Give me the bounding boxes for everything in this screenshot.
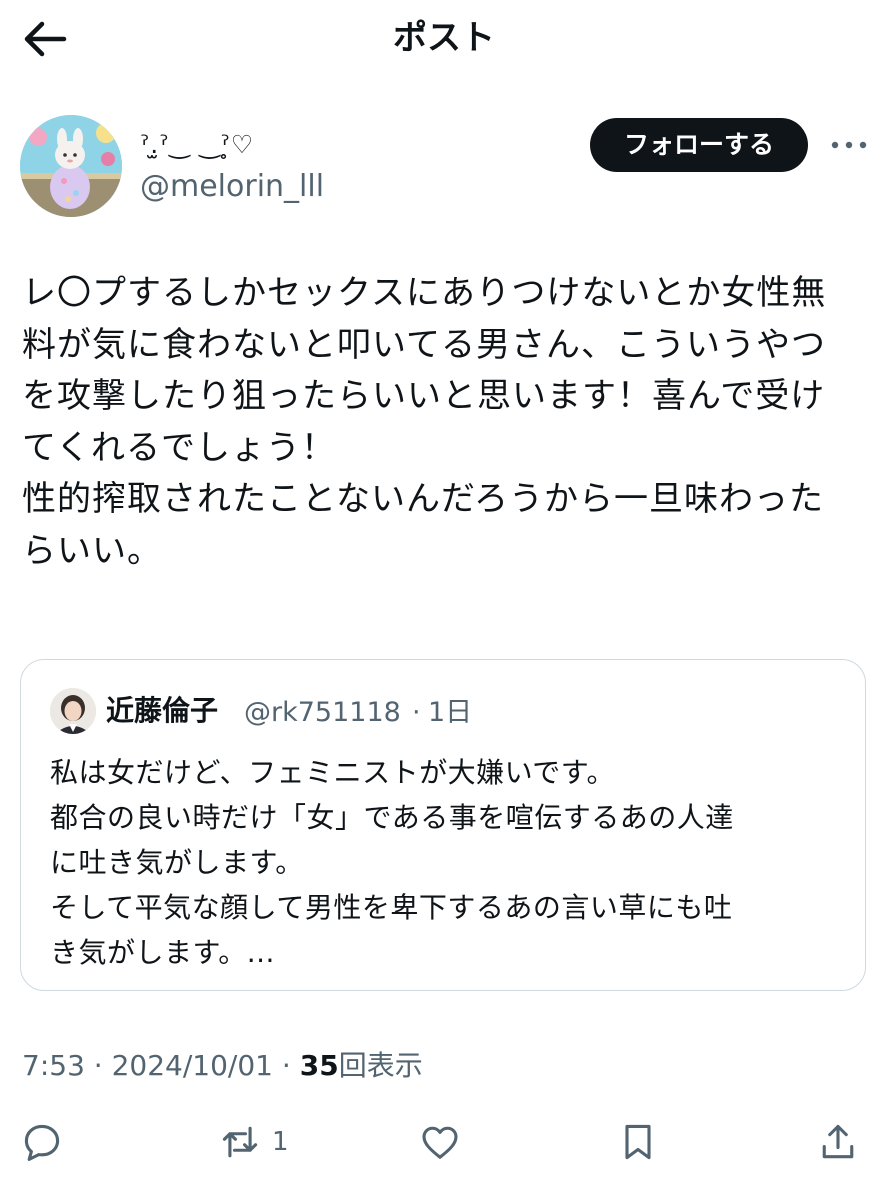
quoted-text: 私は女だけど、フェミニストが大嫌いです。 都合の良い時だけ「女」である事を喧伝す… [50,756,734,969]
post-date[interactable]: 2024/10/01 [112,1049,273,1082]
quoted-timestamp: 1日 [428,697,473,728]
meta-separator: · [281,1049,291,1082]
quoted-profile-picture [50,688,96,734]
meta-separator: · [93,1049,103,1082]
quoted-avatar [50,688,96,734]
post-meta: 7:53 · 2024/10/01 · 35回表示 [22,1046,423,1086]
quoted-display-name: 近藤倫子 [106,694,219,727]
avatar[interactable] [20,115,122,217]
bookmark-button[interactable] [616,1118,660,1166]
quoted-handle: @rk751118 [244,697,401,728]
post-time[interactable]: 7:53 [22,1049,85,1082]
follow-button[interactable]: フォローする [590,118,808,172]
reply-icon [24,1124,60,1161]
more-button[interactable] [828,128,870,162]
share-button[interactable] [816,1118,860,1166]
view-count: 35 [299,1049,339,1082]
retweet-icon [222,1126,258,1158]
bookmark-icon [625,1124,651,1160]
retweet-count: 1 [272,1127,289,1157]
post-text: レ〇プするしかセックスにありつけないとか女性無 料が気に食わないと叩いてる男さん… [22,273,827,571]
retweet-button[interactable]: 1 [218,1118,289,1166]
like-button[interactable] [418,1118,462,1166]
display-name[interactable]: ˀ.̫ˀ‿ ‿ˀ̥♡ [140,128,254,162]
reply-button[interactable] [20,1118,64,1166]
user-handle[interactable]: @melorin_lll [140,168,324,206]
heart-icon [422,1126,458,1159]
view-label: 回表示 [338,1049,423,1082]
quoted-separator: · [412,697,421,728]
more-horizontal-icon [831,141,867,149]
share-icon [822,1124,854,1159]
profile-picture [20,115,122,217]
page-title: ポスト [393,18,495,58]
